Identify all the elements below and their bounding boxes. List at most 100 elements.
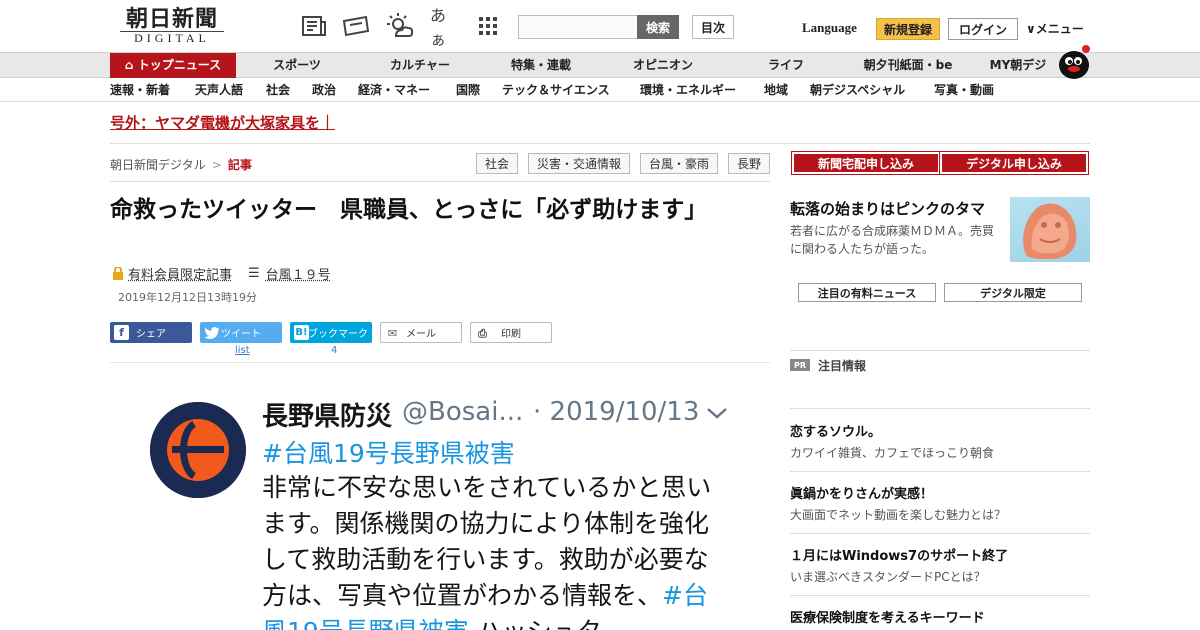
site-logo[interactable]: 朝日新聞 DIGITAL [112, 7, 232, 47]
tab-digital-only[interactable]: デジタル限定 [944, 283, 1082, 302]
tweet-author-name[interactable]: 長野県防災 [262, 396, 392, 433]
signup-button[interactable]: 新規登録 [876, 18, 940, 40]
tweet-body-text: 非常に不安な思いをされているかと思います。関係機関の協力により体制を強化して救助… [262, 473, 712, 610]
list-icon: ☰ [248, 266, 260, 281]
divider [110, 181, 770, 182]
tag-disaster[interactable]: 災害・交通情報 [528, 153, 630, 174]
sub-nav: 速報・新着 天声人語 社会 政治 経済・マネー 国際 テック＆サイエンス 環境・… [0, 78, 1200, 102]
site-header: 朝日新聞 DIGITAL あぁ 検索 目次 Language 新規登録 ログイン… [0, 0, 1200, 52]
breaking-news-link[interactable]: 号外：ヤマダ電機が大塚家具を｜ [110, 112, 335, 133]
nav-item-opinion[interactable]: オピニオン [622, 53, 704, 78]
divider [790, 408, 1090, 409]
logo-subtitle: DIGITAL [120, 31, 224, 45]
tweet-date[interactable]: · 2019/10/13 [533, 397, 699, 427]
subnav-item-world[interactable]: 国際 [456, 81, 480, 98]
home-icon: ⌂ [124, 58, 134, 72]
subnav-item-society[interactable]: 社会 [266, 81, 290, 98]
hatena-icon: B! [294, 325, 309, 340]
subnav-item-special[interactable]: 朝デジスペシャル [810, 81, 905, 98]
printer-icon: ⎙ [478, 326, 487, 340]
tag-nagano[interactable]: 長野 [728, 153, 770, 174]
subnav-item-politics[interactable]: 政治 [312, 81, 336, 98]
nav-item-my[interactable]: MY朝デジ [980, 53, 1056, 78]
twitter-count-link[interactable]: list [235, 345, 250, 356]
newspaper-delivery-button[interactable]: 新聞宅配申し込み [791, 151, 941, 175]
subnav-item-region[interactable]: 地域 [764, 81, 788, 98]
index-button[interactable]: 目次 [692, 15, 734, 39]
facebook-icon: f [114, 325, 129, 340]
mail-share-label: メール [406, 329, 436, 340]
mail-share-button[interactable]: ✉ メール [380, 322, 462, 343]
nav-item-paper[interactable]: 朝夕刊紙面・be [856, 53, 960, 78]
nav-item-life[interactable]: ライフ [756, 53, 816, 78]
article-meta: 有料会員限定記事 ☰ 台風１９号 [112, 264, 331, 283]
search-input[interactable] [518, 15, 638, 39]
subnav-item-environment[interactable]: 環境・エネルギー [640, 81, 736, 98]
tweet-body: 非常に不安な思いをされているかと思います。関係機関の協力により体制を強化して救助… [262, 470, 732, 630]
nav-item-features[interactable]: 特集・連載 [500, 53, 582, 78]
chevron-down-icon[interactable] [706, 403, 728, 423]
facebook-share-button[interactable]: f シェア [110, 322, 192, 343]
ad-title[interactable]: １月にはWindows7のサポート終了 [790, 545, 1008, 564]
subnav-item-photo[interactable]: 写真・動画 [934, 81, 994, 98]
ad-subtitle[interactable]: カワイイ雑貨、カフェでほっこり朝食 [790, 444, 994, 461]
nav-top-news-label: トップニュース [137, 58, 222, 72]
ad-title[interactable]: 医療保険制度を考えるキーワード [790, 607, 985, 626]
language-link[interactable]: Language [802, 20, 857, 36]
login-button[interactable]: ログイン [948, 18, 1018, 40]
breadcrumb-separator: > [211, 158, 222, 172]
article-date: 2019年12月12日13時19分 [118, 291, 257, 304]
tweet-avatar[interactable] [150, 402, 246, 498]
sidebar-feature-title[interactable]: 転落の始まりはピンクのタマ [790, 198, 985, 219]
hatena-count[interactable]: 4 [331, 345, 337, 356]
tweet-hashtag[interactable]: #台風19号長野県被害 [262, 434, 515, 470]
lock-icon [112, 266, 124, 280]
subnav-item-latest[interactable]: 速報・新着 [110, 81, 170, 98]
twitter-share-button[interactable]: ツイート [200, 322, 282, 343]
ad-subtitle[interactable]: 大画面でネット動画を楽しむ魅力とは？ [790, 506, 1006, 523]
nagano-emblem-icon [150, 402, 246, 498]
divider [110, 362, 770, 363]
digital-signup-button[interactable]: デジタル申し込み [939, 151, 1089, 175]
pr-section-title: 注目情報 [818, 359, 867, 373]
ad-subtitle[interactable]: いま選ぶべきスタンダードPCとは？ [790, 568, 986, 585]
twitter-bird-icon [204, 325, 219, 340]
series-link[interactable]: 台風１９号 [266, 264, 331, 283]
nav-item-sports[interactable]: スポーツ [262, 53, 332, 78]
subnav-item-tensei[interactable]: 天声人語 [195, 81, 243, 98]
search-button[interactable]: 検索 [637, 15, 679, 39]
hatena-bookmark-button[interactable]: B! ブックマーク [290, 322, 372, 343]
tag-society[interactable]: 社会 [476, 153, 518, 174]
font-size-icon[interactable]: あぁ [430, 6, 458, 49]
breadcrumb-current: 記事 [227, 158, 252, 172]
tweet-author-handle[interactable]: @Bosai... [402, 397, 523, 427]
ad-title[interactable]: 恋するソウル。 [790, 421, 881, 440]
feature-thumbnail[interactable] [1010, 197, 1090, 262]
sidebar-feature-summary: 若者に広がる合成麻薬ＭＤＭＡ。売買に関わる人たちが語った。 [790, 224, 995, 256]
tab-paid-news[interactable]: 注目の有料ニュース [798, 283, 936, 302]
print-button[interactable]: ⎙ 印刷 [470, 322, 552, 343]
subnav-item-economy[interactable]: 経済・マネー [358, 81, 430, 98]
newspaper-icon[interactable] [300, 12, 328, 40]
divider [110, 143, 1090, 144]
mascot-icon[interactable] [1056, 45, 1092, 79]
menu-button[interactable]: ∨メニュー [1026, 20, 1084, 37]
breadcrumb-home[interactable]: 朝日新聞デジタル [110, 158, 206, 172]
weather-icon[interactable] [386, 12, 414, 40]
tweet-body-tail: ハッシュタ [469, 617, 602, 630]
tag-typhoon[interactable]: 台風・豪雨 [640, 153, 718, 174]
nav-item-culture[interactable]: カルチャー [380, 53, 460, 78]
nav-top-news[interactable]: ⌂ トップニュース [110, 53, 236, 78]
subnav-item-tech[interactable]: テック＆サイエンス [502, 81, 610, 98]
main-nav: ⌂ トップニュース スポーツ カルチャー 特集・連載 オピニオン ライフ 朝夕刊… [0, 45, 1200, 79]
twitter-share-label: ツイート [221, 329, 261, 340]
chevron-down-icon: ∨ [1026, 22, 1036, 36]
divider [790, 595, 1090, 596]
mail-icon: ✉ [387, 327, 398, 340]
ticket-icon[interactable] [342, 12, 370, 40]
members-only-label[interactable]: 有料会員限定記事 [128, 264, 232, 283]
breadcrumb: 朝日新聞デジタル > 記事 [110, 156, 252, 173]
grid-menu-icon[interactable] [474, 12, 502, 40]
print-label: 印刷 [501, 329, 521, 340]
ad-title[interactable]: 眞鍋かをりさんが実感！ [790, 483, 933, 502]
